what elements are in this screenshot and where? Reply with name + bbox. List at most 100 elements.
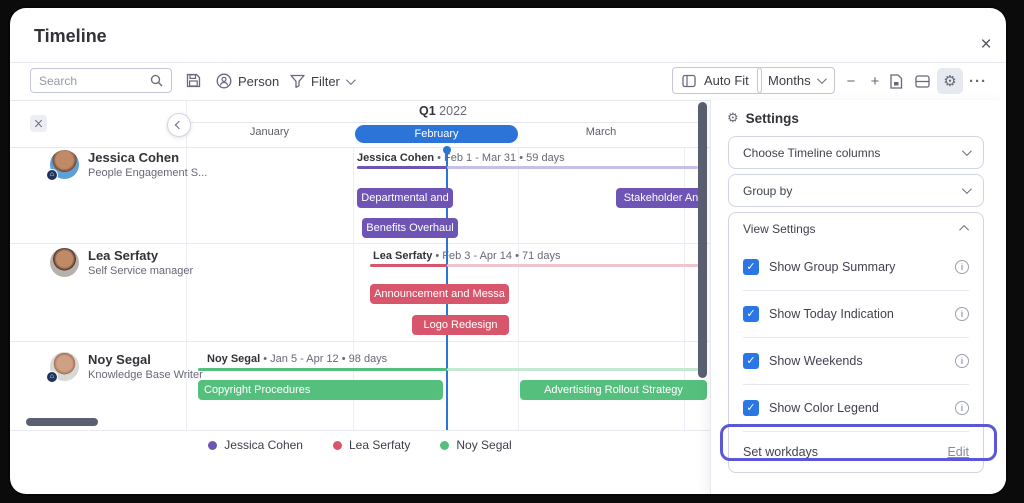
group-summary-line-future <box>447 368 706 371</box>
person-icon <box>216 73 232 89</box>
legend-item: Noy Segal <box>440 438 511 452</box>
checkbox-checked[interactable]: ✓ <box>743 306 759 322</box>
summary-name: Jessica Cohen <box>357 152 434 164</box>
summary-range: Feb 1 - Mar 31 <box>444 152 516 164</box>
more-options-icon[interactable]: ··· <box>965 68 991 94</box>
bullet: • <box>435 250 439 262</box>
chevron-up-icon[interactable] <box>959 225 969 235</box>
summary-duration: 98 days <box>349 353 388 365</box>
summary-range: Jan 5 - Apr 12 <box>270 353 339 365</box>
checkbox-checked[interactable]: ✓ <box>743 259 759 275</box>
info-icon[interactable]: i <box>955 260 969 274</box>
person-button-label: Person <box>238 74 279 89</box>
info-icon[interactable]: i <box>955 354 969 368</box>
option-show-today-indication[interactable]: ✓ Show Today Indication i <box>729 291 983 337</box>
chevron-down-icon[interactable] <box>962 146 972 156</box>
person-name: Jessica Cohen <box>88 150 207 165</box>
search-input-wrap <box>30 68 172 93</box>
view-settings-header[interactable]: View Settings <box>729 213 983 244</box>
title-divider <box>10 62 1006 63</box>
close-icon[interactable]: × <box>975 34 997 56</box>
horizontal-scrollbar[interactable] <box>26 418 98 426</box>
avatar <box>50 248 79 277</box>
section-group-by[interactable]: Group by <box>728 174 984 207</box>
month-label-march[interactable]: March <box>518 126 684 138</box>
search-icon <box>150 74 163 87</box>
chevron-down-icon[interactable] <box>346 75 356 85</box>
option-show-group-summary[interactable]: ✓ Show Group Summary i <box>729 244 983 290</box>
checkbox-checked[interactable]: ✓ <box>743 353 759 369</box>
person-name: Lea Serfaty <box>88 248 193 263</box>
person-name: Noy Segal <box>88 352 203 367</box>
gantt-bar[interactable]: Copyright Procedures <box>198 380 443 400</box>
filter-icon <box>290 74 305 88</box>
home-badge-icon: ⌂ <box>46 371 58 383</box>
gantt-bar[interactable]: Benefits Overhaul <box>362 218 458 238</box>
section-choose-columns[interactable]: Choose Timeline columns <box>728 136 984 169</box>
filter-button[interactable]: Filter <box>290 68 353 94</box>
settings-title: Settings <box>746 111 799 126</box>
person-filter-button[interactable]: Person <box>216 68 279 94</box>
legend-dot <box>208 441 217 450</box>
vertical-scrollbar[interactable] <box>698 102 707 378</box>
zoom-out-button[interactable]: − <box>838 68 864 94</box>
search-input[interactable] <box>39 74 150 88</box>
legend-label: Jessica Cohen <box>224 438 303 452</box>
summary-range: Feb 3 - Apr 14 <box>442 250 512 262</box>
split-view-icon[interactable] <box>909 68 935 94</box>
checkbox-checked[interactable]: ✓ <box>743 400 759 416</box>
legend-label: Lea Serfaty <box>349 438 410 452</box>
bullet: • <box>437 152 441 164</box>
collapse-all-groups-icon[interactable] <box>30 115 47 132</box>
section-label: View Settings <box>743 222 816 236</box>
month-pill-february[interactable]: February <box>355 125 518 143</box>
settings-gear-icon[interactable]: ⚙ <box>937 68 963 94</box>
option-label: Show Today Indication <box>769 307 945 321</box>
months-divider <box>10 147 710 148</box>
group-summary-line-future <box>447 264 706 267</box>
quarter-label: Q1 <box>419 104 436 118</box>
legend-item: Lea Serfaty <box>333 438 410 452</box>
quarter-header: Q1 2022 <box>186 104 700 118</box>
summary-duration: 59 days <box>526 152 565 164</box>
legend-label: Noy Segal <box>456 438 511 452</box>
gantt-bar[interactable]: Departmental and <box>357 188 453 208</box>
auto-fit-button[interactable]: Auto Fit <box>672 67 762 94</box>
group-summary-line-future <box>447 166 698 169</box>
group-summary-line <box>370 264 447 267</box>
option-show-weekends[interactable]: ✓ Show Weekends i <box>729 338 983 384</box>
group-summary-label: Jessica Cohen • Feb 1 - Mar 31 • 59 days <box>357 152 565 164</box>
legend-dot <box>440 441 449 450</box>
gantt-bar[interactable]: Stakeholder An <box>616 188 706 208</box>
row-divider <box>10 430 710 431</box>
info-icon[interactable]: i <box>955 401 969 415</box>
group-summary-label: Lea Serfaty • Feb 3 - Apr 14 • 71 days <box>373 250 561 262</box>
option-label: Show Group Summary <box>769 260 945 274</box>
gantt-bar[interactable]: Advertisting Rollout Strategy <box>520 380 707 400</box>
export-file-icon[interactable] <box>883 68 909 94</box>
set-workdays-row: Set workdays Edit <box>729 432 983 472</box>
edit-workdays-link[interactable]: Edit <box>947 445 969 459</box>
set-workdays-label: Set workdays <box>743 445 947 459</box>
chevron-down-icon[interactable] <box>962 184 972 194</box>
home-badge-icon: ⌂ <box>46 169 58 181</box>
option-label: Show Color Legend <box>769 401 945 415</box>
quarter-divider <box>186 122 706 123</box>
info-icon[interactable]: i <box>955 307 969 321</box>
gantt-bar[interactable]: Logo Redesign <box>412 315 509 335</box>
group-summary-line <box>357 166 447 169</box>
scale-select[interactable]: Months <box>757 67 835 94</box>
section-label: Group by <box>743 184 792 198</box>
scale-select-value: Months <box>768 73 811 88</box>
option-show-color-legend[interactable]: ✓ Show Color Legend i <box>729 385 983 431</box>
save-icon[interactable] <box>186 73 201 88</box>
option-label: Show Weekends <box>769 354 945 368</box>
gantt-bar[interactable]: Announcement and Messa <box>370 284 509 304</box>
avatar: ⌂ <box>50 352 79 381</box>
month-label-january[interactable]: January <box>186 126 353 138</box>
collapse-pane-button[interactable] <box>167 113 191 137</box>
gridline <box>518 147 519 430</box>
group-summary-line <box>198 368 447 371</box>
bullet: • <box>519 152 523 164</box>
bullet: • <box>515 250 519 262</box>
